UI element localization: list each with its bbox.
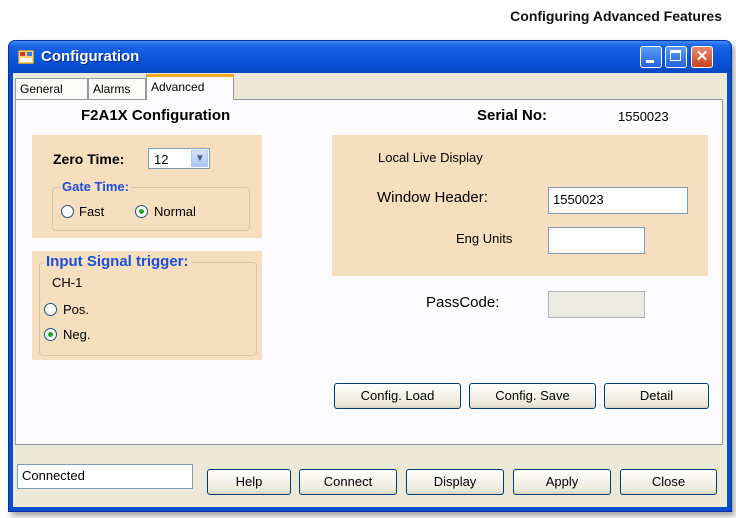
window-header-input[interactable]: 1550023 (548, 187, 688, 214)
serial-label: Serial No: (477, 107, 548, 124)
passcode-label: PassCode: (426, 294, 500, 311)
trigger-neg-label[interactable]: Neg. (63, 327, 90, 342)
input-trigger-group: Input Signal trigger: CH-1 Pos. Neg. (39, 253, 257, 356)
window-title: Configuration (41, 48, 140, 65)
trigger-pos-label[interactable]: Pos. (63, 302, 89, 317)
live-display-label: Local Live Display (378, 150, 483, 165)
tab-advanced[interactable]: Advanced (146, 74, 234, 100)
document-heading: Configuring Advanced Features (510, 8, 722, 24)
zero-time-select[interactable]: 12 ▼ (148, 148, 210, 169)
status-field: Connected (17, 464, 193, 489)
help-button[interactable]: Help (207, 469, 291, 495)
window-header-label: Window Header: (377, 189, 488, 206)
config-save-button[interactable]: Config. Save (469, 383, 596, 409)
window-client-area: General Alarms Advanced F2A1X Configurat… (13, 73, 727, 507)
close-icon: ✕ (695, 48, 709, 65)
tab-general[interactable]: General (15, 78, 88, 99)
gate-time-title: Gate Time: (60, 179, 131, 194)
app-icon (18, 50, 34, 64)
title-bar[interactable]: Configuration ✕ (9, 41, 731, 73)
apply-button[interactable]: Apply (513, 469, 611, 495)
eng-units-label: Eng Units (456, 231, 513, 246)
maximize-icon (670, 50, 681, 61)
gate-normal-label[interactable]: Normal (154, 204, 196, 219)
maximize-button[interactable] (665, 46, 687, 68)
advanced-tab-panel: F2A1X Configuration Serial No: 1550023 Z… (15, 99, 723, 445)
close-window-button[interactable]: ✕ (691, 46, 713, 68)
display-button[interactable]: Display (406, 469, 504, 495)
serial-value: 1550023 (618, 109, 669, 124)
input-trigger-title: Input Signal trigger: (44, 253, 191, 270)
config-title: F2A1X Configuration (81, 107, 231, 124)
eng-units-input[interactable] (548, 227, 645, 254)
tab-alarms[interactable]: Alarms (88, 78, 146, 99)
config-load-button[interactable]: Config. Load (334, 383, 461, 409)
passcode-input[interactable] (548, 291, 645, 318)
gate-fast-radio[interactable] (61, 205, 74, 218)
input-trigger-panel: Input Signal trigger: CH-1 Pos. Neg. (32, 251, 262, 360)
minimize-button[interactable] (640, 46, 662, 68)
close-button[interactable]: Close (620, 469, 717, 495)
gate-normal-radio[interactable] (135, 205, 148, 218)
trigger-neg-radio[interactable] (44, 328, 57, 341)
zero-time-value: 12 (154, 152, 169, 167)
minimize-icon (646, 60, 654, 63)
gate-time-group: Gate Time: Fast Normal (52, 179, 250, 231)
chevron-down-icon: ▼ (195, 153, 205, 164)
configuration-window: Configuration ✕ General Alarms Advanced … (8, 40, 732, 512)
gate-fast-label[interactable]: Fast (79, 204, 104, 219)
trigger-pos-radio[interactable] (44, 303, 57, 316)
connect-button[interactable]: Connect (299, 469, 397, 495)
channel-label: CH-1 (52, 275, 83, 290)
zero-time-label: Zero Time: (53, 151, 125, 167)
zero-time-panel: Zero Time: 12 ▼ Gate Time: Fast Normal (32, 135, 262, 238)
live-display-panel: Local Live Display Window Header: 155002… (332, 135, 708, 276)
detail-button[interactable]: Detail (604, 383, 709, 409)
zero-time-dropdown-button[interactable]: ▼ (191, 150, 208, 167)
